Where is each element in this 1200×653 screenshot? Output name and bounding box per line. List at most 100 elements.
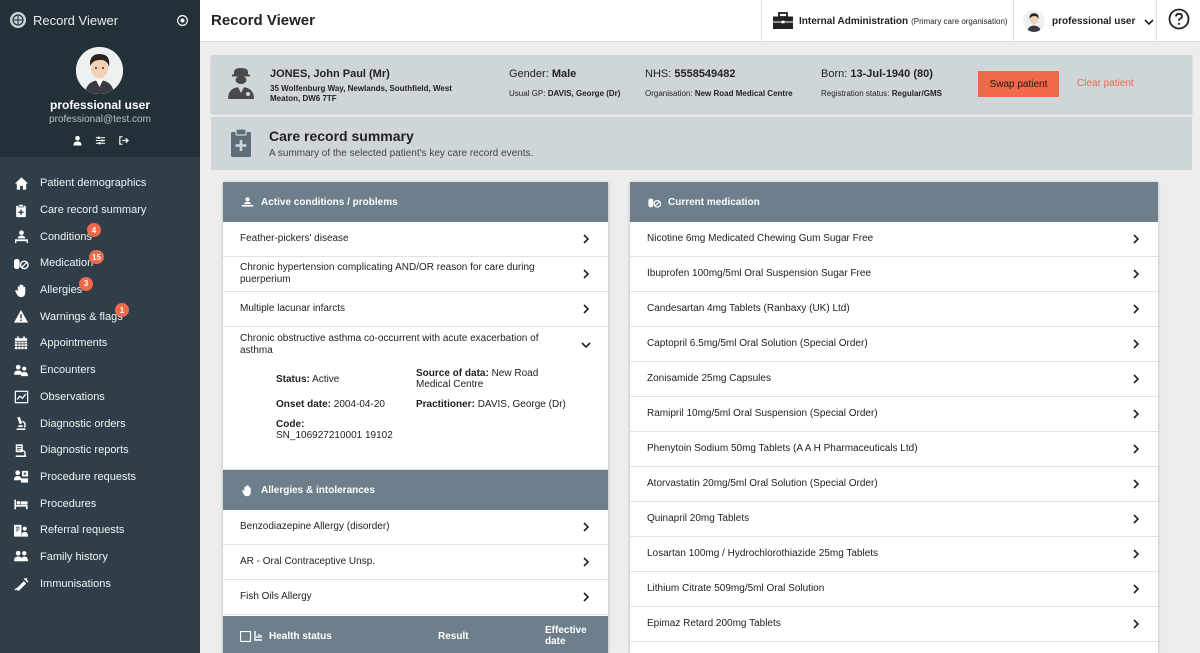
- sidebar-item-label: Warnings & flags: [40, 310, 123, 323]
- patient-banner: JONES, John Paul (Mr) 35 Wolfenburg Way,…: [211, 55, 1192, 113]
- patient-name: JONES, John Paul (Mr): [270, 68, 390, 80]
- chevron-right-icon: [580, 521, 592, 533]
- gp-value: DAVIS, George (Dr): [547, 89, 621, 98]
- health-status-title: Health status: [269, 631, 332, 642]
- sliders-icon[interactable]: [93, 133, 107, 147]
- user-menu[interactable]: professional user: [1013, 0, 1156, 42]
- medication-count-badge: 15: [89, 250, 104, 265]
- procedure-request-icon: [13, 469, 29, 485]
- patient-registration: Registration status: Regular/GMS: [821, 89, 942, 98]
- sidebar-nav: Patient demographics Care record summary…: [0, 170, 200, 597]
- medication-row[interactable]: Captopril 6.5mg/5ml Oral Solution (Speci…: [630, 327, 1158, 362]
- allergies-panel-header: Allergies & intolerances: [223, 470, 608, 510]
- medication-panel-header: Current medication: [630, 182, 1158, 222]
- conditions-panel: Active conditions / problems Feather-pic…: [223, 182, 608, 653]
- hand-icon: [13, 282, 29, 298]
- medication-row[interactable]: Quinapril 20mg Tablets: [630, 502, 1158, 537]
- swap-patient-button[interactable]: Swap patient: [978, 71, 1059, 97]
- medication-row[interactable]: Atorvastatin 20mg/5ml Oral Solution (Spe…: [630, 467, 1158, 502]
- sidebar-item-observations[interactable]: Observations: [0, 384, 200, 411]
- user-avatar-small: [1023, 10, 1045, 32]
- condition-status: Status: Active: [276, 374, 406, 385]
- sidebar-item-label: Allergies: [40, 284, 83, 297]
- medication-row[interactable]: Lithium Citrate 509mg/5ml Oral Solution: [630, 572, 1158, 607]
- sidebar-item-procedure-requests[interactable]: Procedure requests: [0, 464, 200, 491]
- sidebar-item-procedures[interactable]: Procedures: [0, 490, 200, 517]
- sidebar-item-label: Appointments: [40, 337, 108, 350]
- hand-icon: [240, 483, 254, 497]
- pills-icon: [647, 195, 661, 209]
- user-avatar: [76, 47, 123, 94]
- medication-row[interactable]: Ramipril 10mg/5ml Oral Suspension (Speci…: [630, 397, 1158, 432]
- nhs-label: NHS:: [645, 68, 672, 80]
- target-icon[interactable]: [174, 12, 190, 28]
- allergy-row[interactable]: AR - Oral Contraceptive Unsp.: [223, 545, 608, 580]
- medication-panel: Current medication Nicotine 6mg Medicate…: [630, 182, 1158, 653]
- registration-value: Regular/GMS: [891, 89, 942, 98]
- gp-label: Usual GP:: [509, 89, 546, 98]
- medication-row[interactable]: Epimaz Retard 200mg Tablets: [630, 607, 1158, 642]
- warnings-count-badge: 1: [115, 303, 129, 318]
- syringe-icon: [13, 576, 29, 592]
- organisation-selector[interactable]: Internal Administration (Primary care or…: [761, 0, 1013, 42]
- medication-row[interactable]: Losartan 100mg / Hydrochlorothiazide 25m…: [630, 537, 1158, 572]
- summary-header: Care record summary A summary of the sel…: [211, 117, 1192, 170]
- sidebar-item-diagnostic-reports[interactable]: Diagnostic reports: [0, 437, 200, 464]
- user-email: professional@test.com: [49, 114, 151, 125]
- sidebar-item-allergies[interactable]: Allergies 3: [0, 276, 200, 304]
- status-value: Active: [312, 374, 340, 385]
- people-icon: [13, 362, 29, 378]
- medication-row[interactable]: Candesartan 4mg Tablets (Ranbaxy (UK) Lt…: [630, 292, 1158, 327]
- condition-detail: Status: Active Source of data: New Road …: [223, 362, 608, 470]
- sidebar-item-conditions[interactable]: Conditions 4: [0, 223, 200, 250]
- help-button[interactable]: [1156, 0, 1200, 42]
- sidebar-item-family-history[interactable]: Family history: [0, 544, 200, 571]
- code-value: SN_106927210001 19102: [276, 430, 393, 441]
- calendar-icon: [13, 335, 29, 351]
- registration-label: Registration status:: [821, 89, 890, 98]
- condition-row[interactable]: Multiple lacunar infarcts: [223, 292, 608, 327]
- sidebar-item-diagnostic-orders[interactable]: Diagnostic orders: [0, 410, 200, 437]
- sidebar-item-warnings-flags[interactable]: Warnings & flags 1: [0, 303, 200, 330]
- condition-row-expanded[interactable]: Chronic obstructive asthma co-occurrent …: [223, 327, 608, 362]
- chevron-right-icon: [1130, 478, 1142, 490]
- sidebar-item-patient-demographics[interactable]: Patient demographics: [0, 170, 200, 197]
- person-chart-icon: [253, 630, 263, 642]
- allergy-row[interactable]: Fish Oils Allergy: [223, 580, 608, 615]
- sidebar-item-appointments[interactable]: Appointments: [0, 330, 200, 357]
- condition-row[interactable]: Chronic hypertension complicating AND/OR…: [223, 257, 608, 292]
- sidebar-item-immunisations[interactable]: Immunisations: [0, 570, 200, 597]
- chart-icon: [13, 389, 29, 405]
- medication-name: Lithium Citrate 509mg/5ml Oral Solution: [647, 583, 825, 594]
- medication-name: Candesartan 4mg Tablets (Ranbaxy (UK) Lt…: [647, 303, 850, 314]
- chevron-right-icon: [580, 268, 592, 280]
- medication-row[interactable]: Phenytoin Sodium 50mg Tablets (A A H Pha…: [630, 432, 1158, 467]
- practitioner-label: Practitioner:: [416, 399, 475, 410]
- condition-name: Chronic hypertension complicating AND/OR…: [240, 262, 535, 285]
- microscope-icon: [13, 416, 29, 432]
- sidebar-item-referral-requests[interactable]: Referral requests: [0, 517, 200, 544]
- logout-icon[interactable]: [116, 133, 130, 147]
- checkbox-icon[interactable]: [239, 630, 252, 643]
- chevron-right-icon: [1130, 233, 1142, 245]
- medication-name: Ibuprofen 100mg/5ml Oral Suspension Suga…: [647, 268, 872, 279]
- born-value: 13-Jul-1940 (80): [850, 68, 933, 80]
- report-icon: [13, 442, 29, 458]
- condition-row[interactable]: Feather-pickers' disease: [223, 222, 608, 257]
- clear-patient-link[interactable]: Clear patient: [1077, 78, 1134, 89]
- sidebar-item-encounters[interactable]: Encounters: [0, 357, 200, 384]
- chevron-right-icon: [1130, 338, 1142, 350]
- gender-label: Gender:: [509, 68, 549, 80]
- allergy-row[interactable]: Benzodiazepine Allergy (disorder): [223, 510, 608, 545]
- sidebar-item-label: Diagnostic orders: [40, 417, 126, 430]
- medication-row[interactable]: Nicotine 6mg Medicated Chewing Gum Sugar…: [630, 222, 1158, 257]
- profile-icon[interactable]: [70, 133, 84, 147]
- sidebar-item-medication[interactable]: Medication 15: [0, 250, 200, 277]
- sidebar-item-care-record-summary[interactable]: Care record summary: [0, 197, 200, 224]
- medication-row[interactable]: Zonisamide 25mg Capsules: [630, 362, 1158, 397]
- medication-name: Phenytoin Sodium 50mg Tablets (A A H Pha…: [647, 443, 918, 454]
- procedure-bed-icon: [13, 496, 29, 512]
- medication-row[interactable]: Ibuprofen 100mg/5ml Oral Suspension Suga…: [630, 257, 1158, 292]
- conditions-panel-header: Active conditions / problems: [223, 182, 608, 222]
- chevron-right-icon: [1130, 373, 1142, 385]
